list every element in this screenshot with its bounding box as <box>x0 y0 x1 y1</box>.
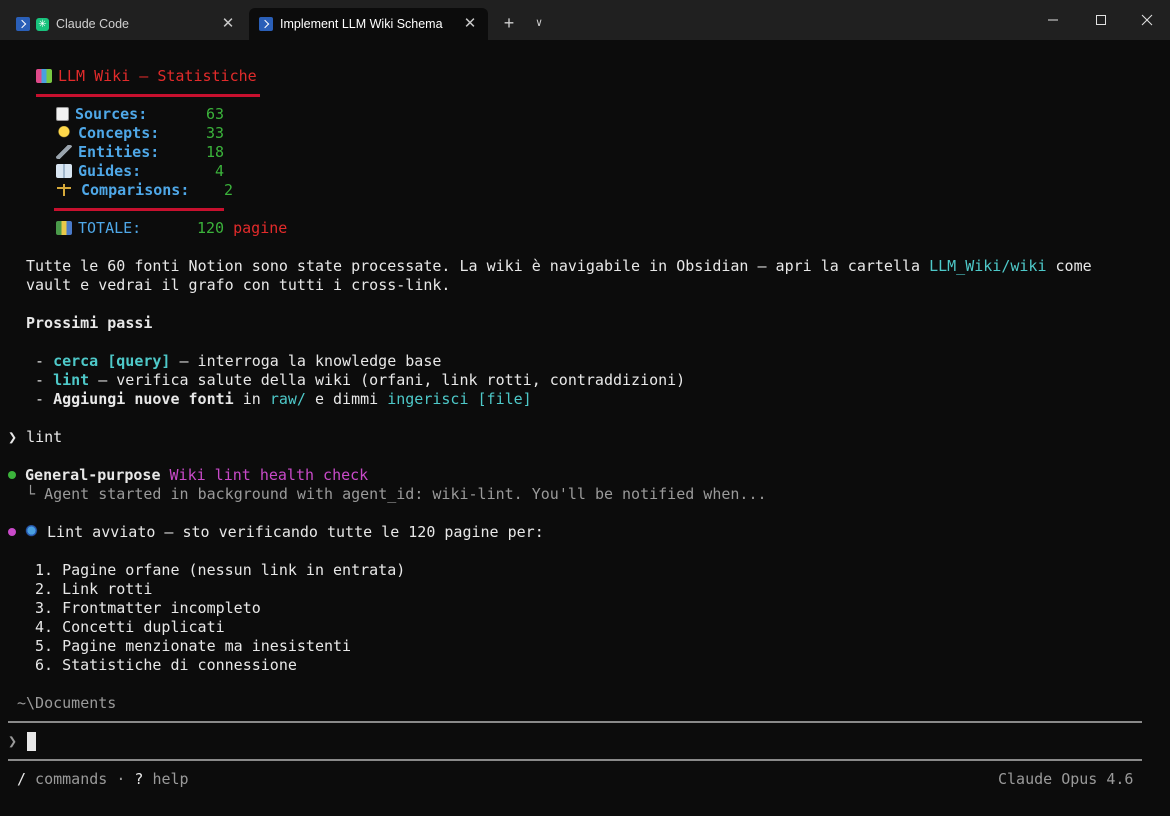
lightbulb-icon <box>56 126 72 140</box>
agent-type: General-purpose <box>25 466 161 484</box>
wiki-path: LLM_Wiki/wiki <box>929 257 1047 275</box>
slash-key-hint: / <box>17 770 27 788</box>
tab-label: Implement LLM Wiki Schema <box>280 17 443 31</box>
summary-line-2: vault e vedrai il grafo con tutti i cros… <box>26 276 451 294</box>
model-name: Claude Opus 4.6 <box>998 770 1134 788</box>
current-directory: ~\Documents <box>17 694 117 712</box>
list-item: 3. Frontmatter incompleto <box>35 599 261 617</box>
stat-row-entities: Entities: <box>56 143 159 162</box>
stat-value: 63 <box>206 105 225 123</box>
new-tab-button[interactable]: + <box>498 12 520 34</box>
input-bottom-border <box>8 759 1142 761</box>
raw-path: raw/ <box>269 390 306 408</box>
stats-title-text: LLM Wiki — Statistiche <box>58 67 257 85</box>
stat-label: Concepts: <box>78 124 160 142</box>
commands-hint: commands · <box>26 770 135 788</box>
stat-row-concepts: Concepts: <box>56 124 159 143</box>
stat-label: Entities: <box>78 143 160 161</box>
tab-claude-code[interactable]: ✳ Claude Code ✕ <box>6 8 246 40</box>
list-item: 6. Statistiche di connessione <box>35 656 297 674</box>
minimize-button[interactable] <box>1030 6 1076 34</box>
list-item: 2. Link rotti <box>35 580 153 598</box>
stat-value: 2 <box>224 181 234 199</box>
input-chevron-icon: ❯ <box>8 732 18 750</box>
stat-label: Guides: <box>78 162 142 180</box>
stat-value: 18 <box>206 143 225 161</box>
close-window-button[interactable] <box>1124 6 1170 34</box>
claude-spark-icon: ✳ <box>36 17 49 31</box>
close-tab-icon[interactable]: ✕ <box>462 16 478 32</box>
total-value-line: 120 pagine <box>197 219 287 238</box>
book-icon <box>56 164 72 178</box>
lint-intro-line: Lint avviato — sto verificando tutte le … <box>8 523 544 542</box>
help-hint: help <box>143 770 189 788</box>
chevron-down-icon[interactable]: ∨ <box>529 12 549 34</box>
close-icon <box>1141 14 1153 26</box>
magnifier-icon <box>25 525 42 539</box>
prompt-chevron-icon: ❯ <box>8 428 18 446</box>
status-dot-icon <box>8 471 16 479</box>
step-text: — interroga la knowledge base <box>170 352 442 370</box>
agent-status-line: └ Agent started in background with agent… <box>26 485 767 504</box>
input-top-border <box>8 721 1142 723</box>
list-item: 1. Pagine orfane (nessun link in entrata… <box>35 561 406 579</box>
agent-task: Wiki lint health check <box>169 466 369 484</box>
status-dot-icon <box>8 528 16 536</box>
tab-label: Claude Code <box>56 17 129 31</box>
user-prompt-line: ❯ lint <box>8 428 62 447</box>
scale-icon <box>56 183 72 197</box>
title-bar: ✳ Claude Code ✕ Implement LLM Wiki Schem… <box>0 0 1170 40</box>
total-unit: pagine <box>233 219 288 237</box>
step-text: e dimmi <box>305 390 388 408</box>
books-icon <box>56 221 72 235</box>
next-step-1: - cerca [query] — interroga la knowledge… <box>35 352 442 370</box>
next-step-2: - lint — verifica salute della wiki (orf… <box>35 371 686 389</box>
text-cursor[interactable] <box>27 732 36 751</box>
powershell-icon <box>16 17 30 31</box>
title-underline <box>36 94 260 97</box>
summary-text: come <box>1046 257 1092 275</box>
tree-branch-icon: └ <box>26 485 36 503</box>
minimize-icon <box>1048 19 1058 21</box>
bar-chart-icon <box>36 69 52 83</box>
next-step-3: - Aggiungi nuove fonti in raw/ e dimmi i… <box>35 390 532 408</box>
agent-line: General-purpose Wiki lint health check <box>8 466 368 485</box>
lint-intro: Lint avviato — sto verificando tutte le … <box>47 523 544 541</box>
total-value: 120 <box>197 219 225 237</box>
close-tab-icon[interactable]: ✕ <box>220 16 236 32</box>
command-text: ingerisci [file] <box>387 390 532 408</box>
maximize-icon <box>1096 15 1106 25</box>
command-text: cerca [query] <box>53 352 171 370</box>
step-text-bold: Aggiungi nuove fonti <box>53 390 234 408</box>
agent-status: Agent started in background with agent_i… <box>44 485 767 503</box>
stat-label: Comparisons: <box>81 181 190 199</box>
step-text: — verifica salute della wiki (orfani, li… <box>89 371 686 389</box>
stat-row-guides: Guides: <box>56 162 141 181</box>
next-steps-heading: Prossimi passi <box>26 314 153 332</box>
powershell-icon <box>259 17 273 31</box>
stat-row-sources: Sources: <box>56 105 147 124</box>
step-text: in <box>233 390 270 408</box>
stat-label: Sources: <box>75 105 148 123</box>
wrench-icon <box>56 145 72 159</box>
stat-value: 33 <box>206 124 225 142</box>
stat-value: 4 <box>215 162 225 180</box>
stats-title: LLM Wiki — Statistiche <box>36 67 257 86</box>
command-text: lint <box>53 371 90 389</box>
footer-hints: / commands · ? help <box>17 770 189 789</box>
list-item: 5. Pagine menzionate ma inesistenti <box>35 637 352 655</box>
summary-line-1: Tutte le 60 fonti Notion sono state proc… <box>26 257 1092 276</box>
maximize-button[interactable] <box>1078 6 1124 34</box>
total-label: TOTALE: <box>78 219 142 237</box>
summary-text: Tutte le 60 fonti Notion sono state proc… <box>26 257 930 275</box>
total-divider <box>54 208 224 211</box>
stat-row-total: TOTALE: <box>56 219 141 238</box>
stat-row-comparisons: Comparisons: <box>56 181 189 200</box>
user-command: lint <box>26 428 63 446</box>
list-item: 4. Concetti duplicati <box>35 618 225 636</box>
document-icon <box>56 107 69 121</box>
tab-implement-llm-wiki[interactable]: Implement LLM Wiki Schema ✕ <box>249 8 488 40</box>
